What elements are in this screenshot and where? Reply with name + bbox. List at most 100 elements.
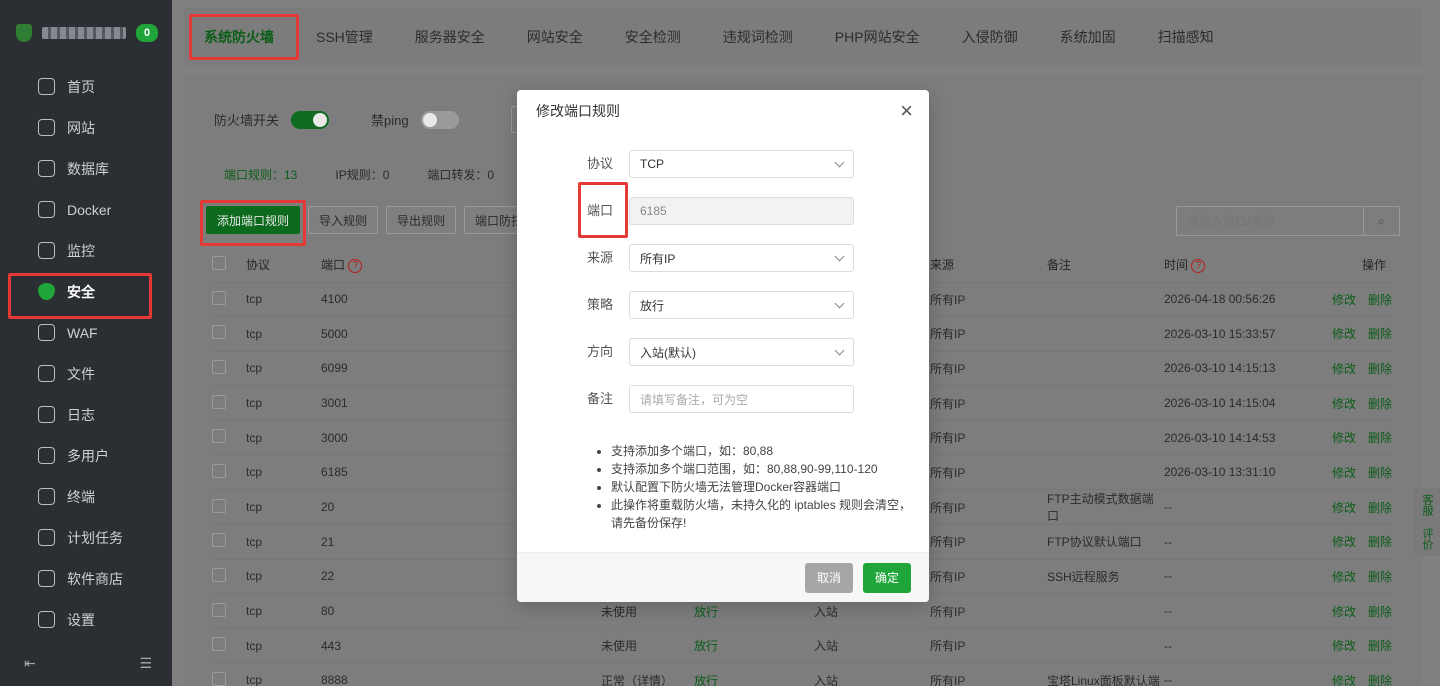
row-checkbox[interactable]	[212, 533, 226, 548]
sidebar-item-12[interactable]: 软件商店	[0, 558, 172, 599]
sidebar-item-5[interactable]: 安全	[0, 271, 172, 319]
ping-toggle[interactable]	[420, 110, 459, 129]
menu-icon[interactable]: ☰	[139, 655, 152, 672]
delete-link[interactable]: 删除	[1368, 501, 1392, 515]
tab-8[interactable]: 系统加固	[1060, 27, 1116, 47]
import-rules-button[interactable]: 导入规则	[308, 206, 379, 234]
delete-link[interactable]: 删除	[1368, 397, 1392, 411]
search-icon[interactable]: ⌕	[1363, 207, 1399, 235]
row-checkbox[interactable]	[212, 567, 226, 582]
col-time: 时间 ?	[1164, 248, 1330, 282]
chevron-down-icon	[834, 345, 845, 355]
edit-link[interactable]: 修改	[1332, 293, 1356, 307]
select-all-checkbox[interactable]	[212, 256, 226, 271]
port-field[interactable]: 6185	[629, 197, 854, 225]
delete-link[interactable]: 删除	[1368, 466, 1392, 480]
sidebar-item-6[interactable]: WAF	[0, 312, 172, 353]
edit-link[interactable]: 修改	[1332, 674, 1356, 686]
sidebar-item-10[interactable]: 终端	[0, 476, 172, 517]
delete-link[interactable]: 删除	[1368, 639, 1392, 653]
help-icon[interactable]: ?	[348, 259, 363, 274]
sidebar-item-11[interactable]: 计划任务	[0, 517, 172, 558]
tab-9[interactable]: 扫描感知	[1158, 27, 1214, 47]
tab-5[interactable]: 违规词检测	[723, 27, 793, 47]
notification-badge[interactable]: 0	[136, 24, 158, 42]
row-checkbox[interactable]	[212, 671, 226, 686]
row-checkbox[interactable]	[212, 394, 226, 409]
row-checkbox[interactable]	[212, 637, 226, 652]
row-checkbox[interactable]	[212, 498, 226, 513]
delete-link[interactable]: 删除	[1368, 570, 1392, 584]
edit-link[interactable]: 修改	[1332, 466, 1356, 480]
tab-7[interactable]: 入侵防御	[962, 27, 1018, 47]
edit-link[interactable]: 修改	[1332, 570, 1356, 584]
help-icon[interactable]: ?	[1191, 259, 1206, 274]
edit-link[interactable]: 修改	[1332, 535, 1356, 549]
sidebar-item-1[interactable]: 网站	[0, 107, 172, 148]
delete-link[interactable]: 删除	[1368, 674, 1392, 686]
protocol-select[interactable]: TCP	[629, 150, 854, 178]
row-checkbox[interactable]	[212, 359, 226, 374]
edit-link[interactable]: 修改	[1332, 605, 1356, 619]
sidebar-item-3[interactable]: Docker	[0, 189, 172, 230]
tip-item: 支持添加多个端口范围，如：80,88,90-99,110-120	[611, 460, 917, 478]
direction-select[interactable]: 入站(默认)	[629, 338, 854, 366]
sidebar-item-2[interactable]: 数据库	[0, 148, 172, 189]
sidebar-item-7[interactable]: 文件	[0, 353, 172, 394]
tab-0[interactable]: 系统防火墙	[189, 14, 299, 60]
sidebar-header: 0	[0, 0, 172, 66]
sidebar-item-9[interactable]: 多用户	[0, 435, 172, 476]
close-icon[interactable]: ×	[900, 100, 913, 122]
export-rules-button[interactable]: 导出规则	[386, 206, 457, 234]
sidebar-item-8[interactable]: 日志	[0, 394, 172, 435]
delete-link[interactable]: 删除	[1368, 293, 1392, 307]
delete-link[interactable]: 删除	[1368, 535, 1392, 549]
remark-field[interactable]: 请填写备注，可为空	[629, 385, 854, 413]
edit-link[interactable]: 修改	[1332, 431, 1356, 445]
review-link[interactable]: 评价	[1419, 522, 1435, 556]
row-checkbox[interactable]	[212, 602, 226, 617]
direction-row: 方向 入站(默认)	[517, 338, 929, 385]
delete-link[interactable]: 删除	[1368, 327, 1392, 341]
row-checkbox[interactable]	[212, 325, 226, 340]
cancel-button[interactable]: 取消	[804, 562, 853, 593]
tab-3[interactable]: 网站安全	[527, 27, 583, 47]
source-select[interactable]: 所有IP	[629, 244, 854, 272]
edit-link[interactable]: 修改	[1332, 327, 1356, 341]
cell-protocol: tcp	[246, 281, 321, 317]
port-forward-tab[interactable]: 端口转发：0	[427, 166, 494, 183]
sidebar-item-4[interactable]: 监控	[0, 230, 172, 271]
edit-link[interactable]: 修改	[1332, 639, 1356, 653]
add-port-rule-button[interactable]: 添加端口规则	[199, 200, 307, 246]
customer-service-link[interactable]: 客服	[1419, 488, 1435, 522]
tab-6[interactable]: PHP网站安全	[835, 27, 920, 47]
cell-protocol: tcp	[246, 385, 321, 421]
side-float-panel: 客服 评价	[1414, 488, 1440, 556]
tab-2[interactable]: 服务器安全	[415, 27, 485, 47]
delete-link[interactable]: 删除	[1368, 605, 1392, 619]
apps-icon	[38, 570, 55, 587]
sidebar-item-label: 设置	[67, 611, 95, 628]
firewall-toggle[interactable]	[291, 110, 330, 129]
row-checkbox[interactable]	[212, 290, 226, 305]
edit-link[interactable]: 修改	[1332, 397, 1356, 411]
port-rules-tab[interactable]: 端口规则：13	[224, 166, 297, 183]
delete-link[interactable]: 删除	[1368, 431, 1392, 445]
edit-link[interactable]: 修改	[1332, 501, 1356, 515]
collapse-icon[interactable]: ⇤	[24, 655, 36, 672]
policy-select[interactable]: 放行	[629, 291, 854, 319]
sidebar-item-13[interactable]: 设置	[0, 599, 172, 640]
row-checkbox[interactable]	[212, 463, 226, 478]
waf-icon	[38, 324, 55, 341]
cell-status: 正常（详情）	[601, 662, 694, 686]
confirm-button[interactable]: 确定	[862, 562, 911, 593]
tab-4[interactable]: 安全检测	[625, 27, 681, 47]
delete-link[interactable]: 删除	[1368, 362, 1392, 376]
cell-remark: FTP主动模式数据端口	[1047, 489, 1164, 525]
tab-1[interactable]: SSH管理	[316, 27, 373, 47]
edit-link[interactable]: 修改	[1332, 362, 1356, 376]
ip-rules-tab[interactable]: IP规则：0	[335, 166, 389, 183]
row-checkbox[interactable]	[212, 429, 226, 444]
search-input[interactable]	[1177, 207, 1363, 235]
sidebar-item-0[interactable]: 首页	[0, 66, 172, 107]
